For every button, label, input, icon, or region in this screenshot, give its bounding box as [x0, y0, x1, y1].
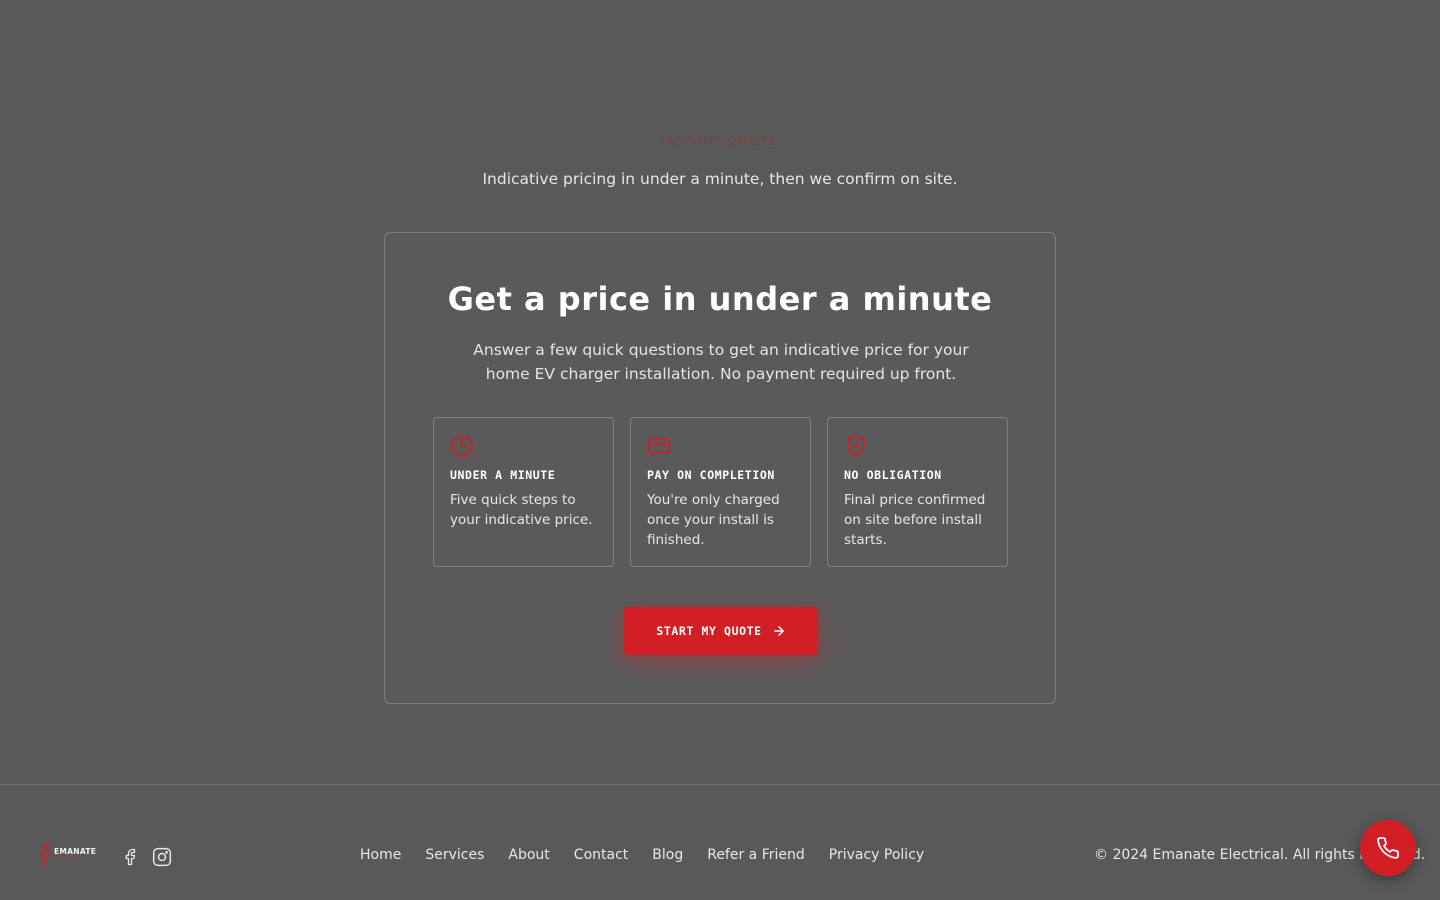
feature-card-no-obligation: NO OBLIGATION Final price confirmed on s…: [827, 417, 1008, 567]
page: INSTANT QUOTE Indicative pricing in unde…: [0, 0, 1440, 900]
shield-check-icon: [847, 435, 865, 457]
footer-link-services[interactable]: Services: [425, 847, 484, 863]
footer-link-about[interactable]: About: [508, 847, 549, 863]
logo-name: EMANATE: [54, 847, 97, 856]
phone-icon: [1377, 837, 1399, 859]
logo[interactable]: EMANATE ELECTRICAL: [38, 841, 98, 867]
feature-title: PAY ON COMPLETION: [647, 468, 775, 482]
call-button[interactable]: [1360, 820, 1416, 876]
feature-title: NO OBLIGATION: [844, 468, 942, 482]
feature-text: Final price confirmed on site before ins…: [844, 492, 986, 548]
card-description: Answer a few quick questions to get an i…: [473, 341, 969, 383]
instagram-link[interactable]: [152, 847, 172, 867]
start-quote-button[interactable]: START MY QUOTE: [624, 607, 818, 655]
footer-link-home[interactable]: Home: [360, 847, 401, 863]
site-footer: EMANATE ELECTRICAL Home Services About C…: [0, 785, 1440, 900]
footer-link-contact[interactable]: Contact: [574, 847, 628, 863]
footer-link-refer-a-friend[interactable]: Refer a Friend: [707, 847, 805, 863]
footer-link-blog[interactable]: Blog: [652, 847, 683, 863]
facebook-link[interactable]: [120, 847, 140, 867]
feature-card-under-a-minute: UNDER A MINUTE Five quick steps to your …: [433, 417, 614, 567]
feature-card-pay-on-completion: PAY ON COMPLETION You're only charged on…: [630, 417, 811, 567]
footer-link-privacy-policy[interactable]: Privacy Policy: [829, 847, 924, 863]
lightning-bolt-icon: [39, 841, 51, 867]
section-eyebrow: INSTANT QUOTE: [661, 134, 779, 148]
feature-title: UNDER A MINUTE: [450, 468, 556, 482]
clock-icon: [451, 435, 473, 457]
wallet-icon: [648, 438, 670, 454]
feature-text: Five quick steps to your indicative pric…: [450, 492, 593, 528]
arrow-right-icon: [773, 626, 784, 636]
section-subtitle: Indicative pricing in under a minute, th…: [482, 170, 958, 188]
facebook-icon: [125, 848, 136, 866]
quote-card: Get a price in under a minute Answer a f…: [384, 232, 1056, 704]
card-title: Get a price in under a minute: [447, 280, 993, 318]
start-quote-label: START MY QUOTE: [656, 624, 762, 638]
footer-nav: Home Services About Contact Blog Refer a…: [360, 847, 924, 863]
feature-list: UNDER A MINUTE Five quick steps to your …: [433, 417, 1008, 567]
feature-text: You're only charged once your install is…: [647, 492, 780, 548]
logo-subtitle: ELECTRICAL: [54, 855, 82, 860]
instagram-icon: [152, 847, 172, 867]
